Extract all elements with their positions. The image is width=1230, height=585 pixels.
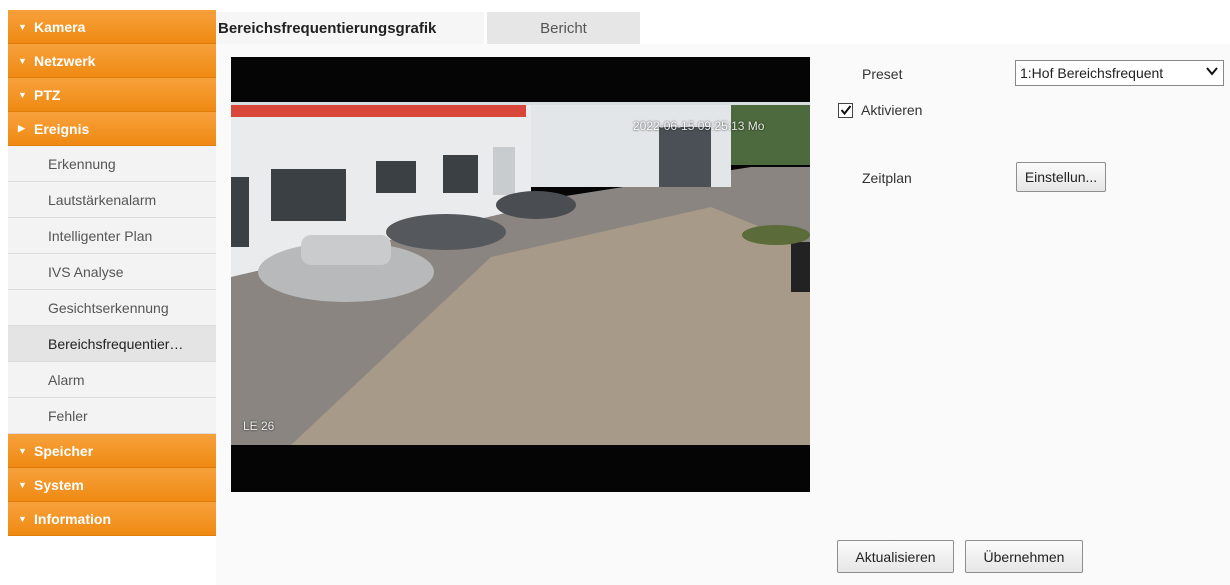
tab-bericht[interactable]: Bericht	[487, 12, 640, 44]
sidebar-section-ereignis[interactable]: ▶ Ereignis	[8, 112, 216, 146]
sidebar-section-ptz[interactable]: ▼ PTZ	[8, 78, 216, 112]
checkmark-icon	[840, 105, 851, 116]
sidebar-section-label: Speicher	[34, 442, 94, 459]
sidebar-section-label: Ereignis	[34, 120, 90, 137]
sidebar-section-system[interactable]: ▼ System	[8, 468, 216, 502]
enable-checkbox[interactable]	[838, 102, 853, 118]
chevron-down-icon: ▼	[18, 479, 27, 490]
sidebar-section-label: Kamera	[34, 18, 86, 35]
sidebar-nav: ▼ Kamera ▼ Netzwerk ▼ PTZ ▶ Ereignis Erkennu…	[8, 10, 216, 536]
enable-label: Aktivieren	[861, 102, 923, 118]
chevron-down-icon	[1203, 64, 1219, 81]
preset-label: Preset	[862, 66, 903, 82]
sidebar-item-lautstaerkenalarm[interactable]: Lautstärkenalarm	[8, 182, 216, 218]
chevron-down-icon: ▼	[18, 55, 27, 66]
camera-live-view[interactable]: 2022-06-15 09:25:13 Mo LE 26	[231, 57, 810, 492]
sidebar-item-ivs-analyse[interactable]: IVS Analyse	[8, 254, 216, 290]
sidebar-item-bereichsfrequentierung[interactable]: Bereichsfrequentier…	[8, 326, 216, 362]
sidebar-section-kamera[interactable]: ▼ Kamera	[8, 10, 216, 44]
sidebar-item-intelligenter-plan[interactable]: Intelligenter Plan	[8, 218, 216, 254]
sidebar-item-erkennung[interactable]: Erkennung	[8, 146, 216, 182]
sidebar-section-speicher[interactable]: ▼ Speicher	[8, 434, 216, 468]
camera-name-overlay: LE 26	[243, 419, 275, 433]
sidebar-item-alarm[interactable]: Alarm	[8, 362, 216, 398]
tab-bereichsfrequentierungsgrafik[interactable]: Bereichsfrequentierungsgrafik	[216, 12, 484, 44]
preset-select-value: 1:Hof Bereichsfrequent	[1020, 65, 1164, 81]
chevron-right-icon: ▶	[18, 123, 25, 133]
sidebar-section-label: System	[34, 476, 84, 493]
sidebar-item-fehler[interactable]: Fehler	[8, 398, 216, 434]
chevron-down-icon: ▼	[18, 89, 27, 100]
sidebar-section-netzwerk[interactable]: ▼ Netzwerk	[8, 44, 216, 78]
refresh-button[interactable]: Aktualisieren	[837, 540, 954, 573]
timestamp-overlay: 2022-06-15 09:25:13 Mo	[633, 119, 765, 133]
chevron-down-icon: ▼	[18, 513, 27, 524]
preset-select[interactable]: 1:Hof Bereichsfrequent	[1015, 60, 1224, 86]
sidebar-section-label: Netzwerk	[34, 52, 96, 69]
sidebar-section-label: PTZ	[34, 86, 61, 103]
schedule-setup-button[interactable]: Einstellun...	[1016, 162, 1106, 192]
sidebar-item-gesichtserkennung[interactable]: Gesichtserkennung	[8, 290, 216, 326]
schedule-label: Zeitplan	[862, 170, 912, 186]
chevron-down-icon: ▼	[18, 445, 27, 456]
chevron-down-icon: ▼	[18, 21, 27, 32]
enable-checkbox-row[interactable]: Aktivieren	[838, 102, 922, 118]
apply-button[interactable]: Übernehmen	[965, 540, 1083, 573]
sidebar-section-label: Information	[34, 510, 111, 527]
sidebar-section-information[interactable]: ▼ Information	[8, 502, 216, 536]
